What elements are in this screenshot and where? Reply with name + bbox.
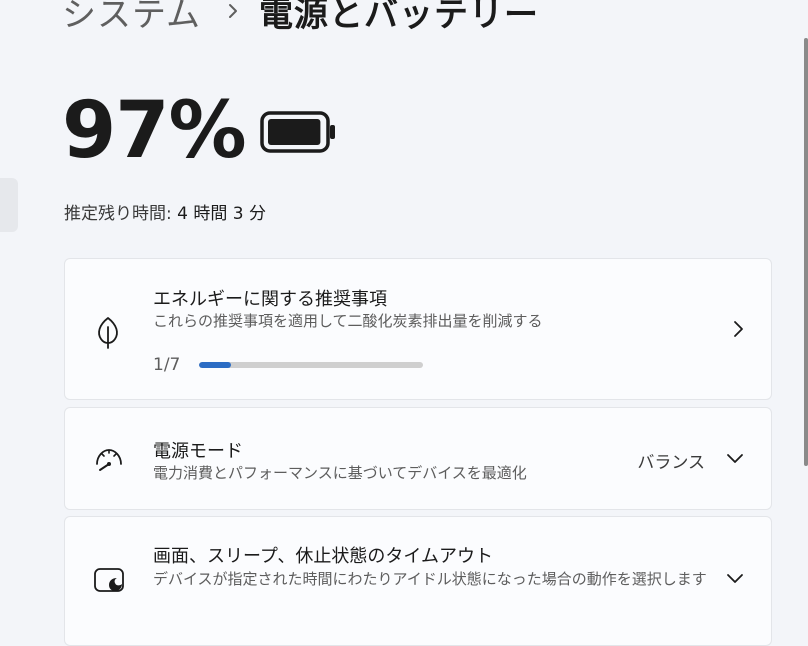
power-gauge-icon — [93, 444, 125, 478]
power-mode-dropdown[interactable]: バランス — [637, 448, 705, 473]
recommendations-progress-fill — [199, 362, 232, 368]
chevron-right-icon — [731, 319, 745, 343]
screen-sleep-icon — [93, 567, 125, 597]
power-mode-title: 電源モード — [153, 441, 243, 462]
page-title: 電源とバッテリー — [258, 0, 539, 35]
scrollbar[interactable] — [804, 38, 808, 466]
energy-recommendations-description: これらの推奨事項を適用して二酸化炭素排出量を削減する — [153, 312, 543, 330]
estimated-time-remaining: 推定残り時間: 4 時間 3 分 — [64, 199, 266, 224]
energy-recommendations-title: エネルギーに関する推奨事項 — [153, 289, 387, 310]
screen-sleep-timeout-title: 画面、スリープ、休止状態のタイムアウト — [153, 546, 494, 567]
energy-recommendations-card[interactable]: エネルギーに関する推奨事項 これらの推奨事項を適用して二酸化炭素排出量を削減する… — [64, 258, 772, 400]
breadcrumb-parent-system[interactable]: システム — [62, 0, 201, 36]
chevron-down-icon[interactable] — [725, 570, 745, 589]
recommendations-progress-bar — [199, 362, 423, 368]
breadcrumb: システム 電源とバッテリー — [62, 0, 539, 36]
power-mode-description: 電力消費とパフォーマンスに基づいてデバイスを最適化 — [153, 464, 527, 482]
chevron-right-icon — [227, 2, 239, 20]
chevron-down-icon[interactable] — [725, 450, 745, 469]
nav-pane-edge[interactable] — [0, 178, 18, 232]
recommendations-progress-count: 1/7 — [153, 355, 181, 375]
power-mode-card[interactable]: 電源モード 電力消費とパフォーマンスに基づいてデバイスを最適化 バランス — [64, 407, 772, 510]
estimate-value: 4 時間 3 分 — [177, 204, 266, 224]
battery-icon — [260, 111, 338, 157]
leaf-icon — [93, 315, 123, 353]
screen-sleep-timeout-description: デバイスが指定された時間にわたりアイドル状態になった場合の動作を選択します — [153, 570, 707, 588]
battery-percent: 97% — [62, 86, 247, 176]
estimate-label: 推定残り時間: — [64, 204, 172, 224]
